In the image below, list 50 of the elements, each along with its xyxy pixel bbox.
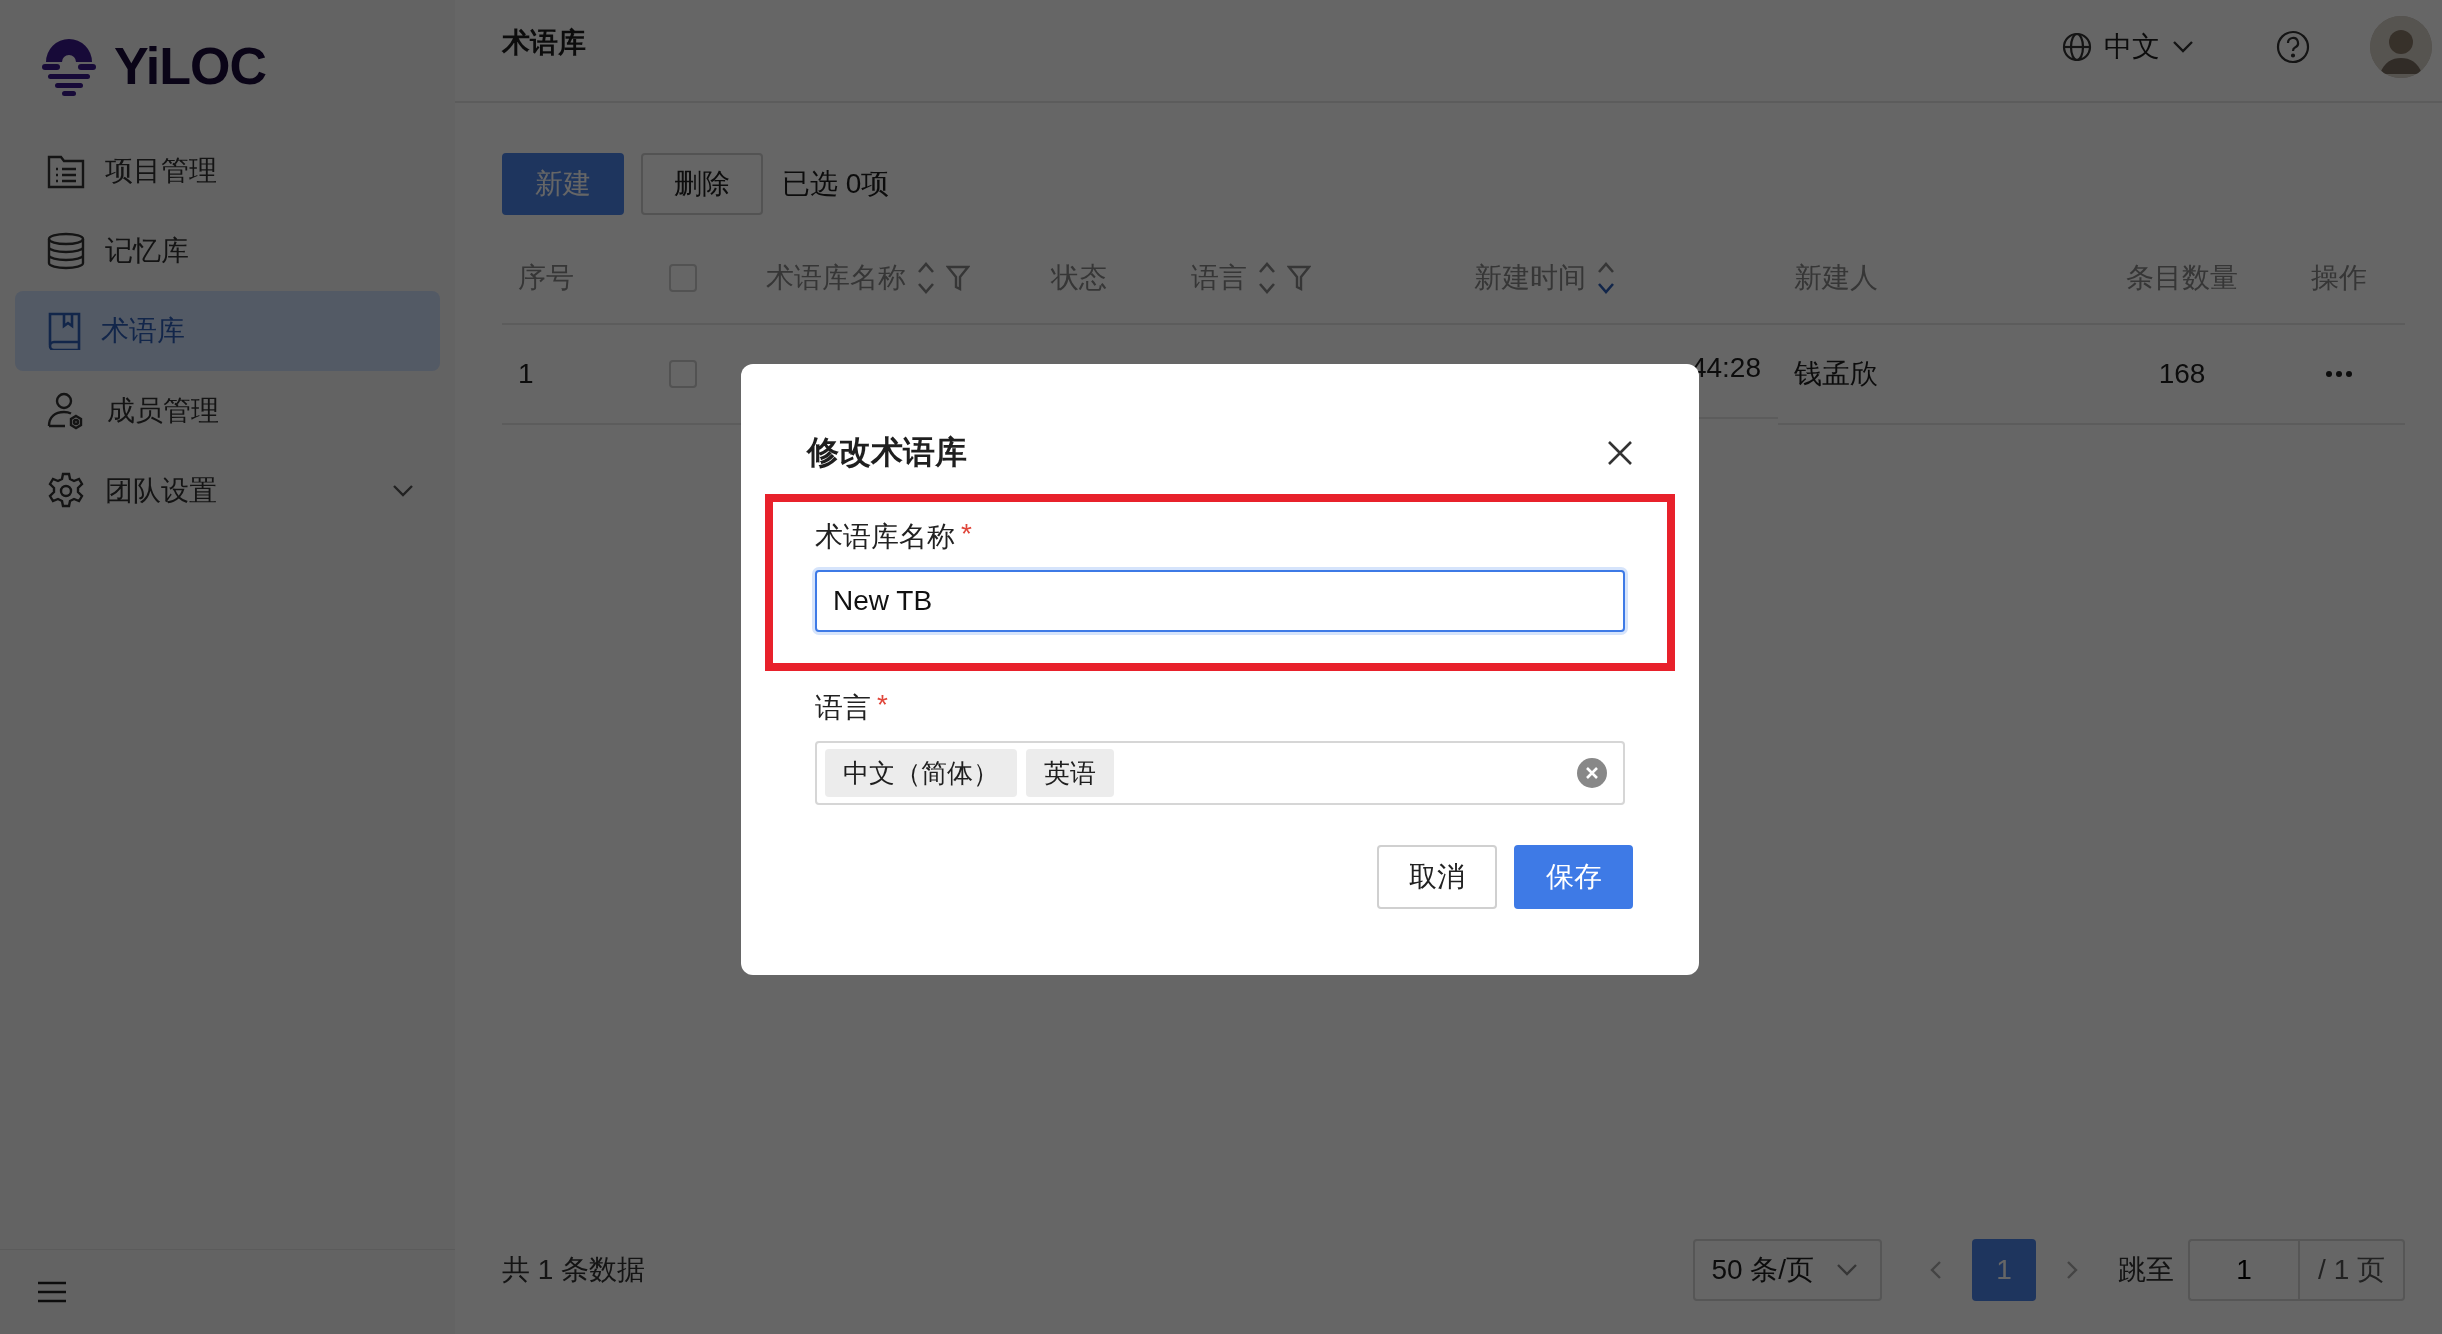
sidebar-item[interactable]: 术语库 xyxy=(15,291,440,371)
required-mark: * xyxy=(877,689,888,721)
language-selector[interactable]: 中文 xyxy=(2062,28,2194,66)
chevron-down-icon xyxy=(2172,40,2194,54)
chevron-down-icon xyxy=(392,484,414,498)
table-cell: 44:28 xyxy=(1690,352,1761,384)
language-tag[interactable]: 英语 xyxy=(1026,749,1114,797)
logo-text: YiLOC xyxy=(114,35,266,96)
database-icon xyxy=(47,232,85,270)
globe-icon xyxy=(2062,32,2092,62)
clear-icon[interactable] xyxy=(1577,758,1607,788)
field-label: 术语库名称 xyxy=(815,520,955,554)
language-select[interactable]: 中文（简体） 英语 xyxy=(815,741,1625,805)
avatar[interactable] xyxy=(2370,16,2432,78)
book-icon xyxy=(47,312,81,350)
chevron-down-icon xyxy=(1836,1263,1859,1277)
cancel-button[interactable]: 取消 xyxy=(1377,845,1497,909)
delete-button[interactable]: 删除 xyxy=(641,153,763,215)
dialog-title: 修改术语库 xyxy=(807,433,967,472)
close-icon[interactable] xyxy=(1607,440,1633,466)
total-count: 共 1 条数据 xyxy=(502,1253,647,1287)
folder-list-icon xyxy=(47,153,85,189)
filter-icon[interactable] xyxy=(1287,264,1311,291)
page-size-select[interactable]: 50 条/页 xyxy=(1693,1239,1883,1301)
settings-icon xyxy=(47,472,85,510)
page-title: 术语库 xyxy=(502,26,587,60)
sidebar-item[interactable]: 项目管理 xyxy=(15,131,440,211)
sidebar-item[interactable]: 成员管理 xyxy=(15,371,440,451)
table-cell-text: 钱孟欣 xyxy=(1794,357,1878,391)
name-input[interactable]: New TB xyxy=(815,570,1625,632)
save-button[interactable]: 保存 xyxy=(1514,845,1633,909)
table-cell: 168 xyxy=(2158,358,2206,390)
create-button[interactable]: 新建 xyxy=(502,153,624,215)
jump-input[interactable]: 1 xyxy=(2188,1239,2299,1301)
sidebar-item[interactable]: 团队设置 xyxy=(15,451,440,531)
menu-icon[interactable] xyxy=(38,1281,66,1303)
chevron-left-icon[interactable] xyxy=(1930,1260,1943,1280)
language-tag[interactable]: 中文（简体） xyxy=(825,749,1017,797)
selection-count: 已选 0项 xyxy=(782,167,890,201)
jump-label: 跳至 xyxy=(2118,1253,2175,1287)
sidebar-item[interactable]: 记忆库 xyxy=(15,211,440,291)
required-mark: * xyxy=(961,518,972,550)
page-button[interactable]: 1 xyxy=(1972,1239,2037,1301)
field-label: 语言 xyxy=(815,691,871,725)
more-icon[interactable] xyxy=(2325,371,2352,377)
help-icon[interactable] xyxy=(2276,30,2310,64)
filter-icon[interactable] xyxy=(946,264,970,291)
page-total: / 1 页 xyxy=(2298,1239,2405,1301)
table-cell: 1 xyxy=(518,358,534,390)
chevron-right-icon[interactable] xyxy=(2066,1260,2079,1280)
